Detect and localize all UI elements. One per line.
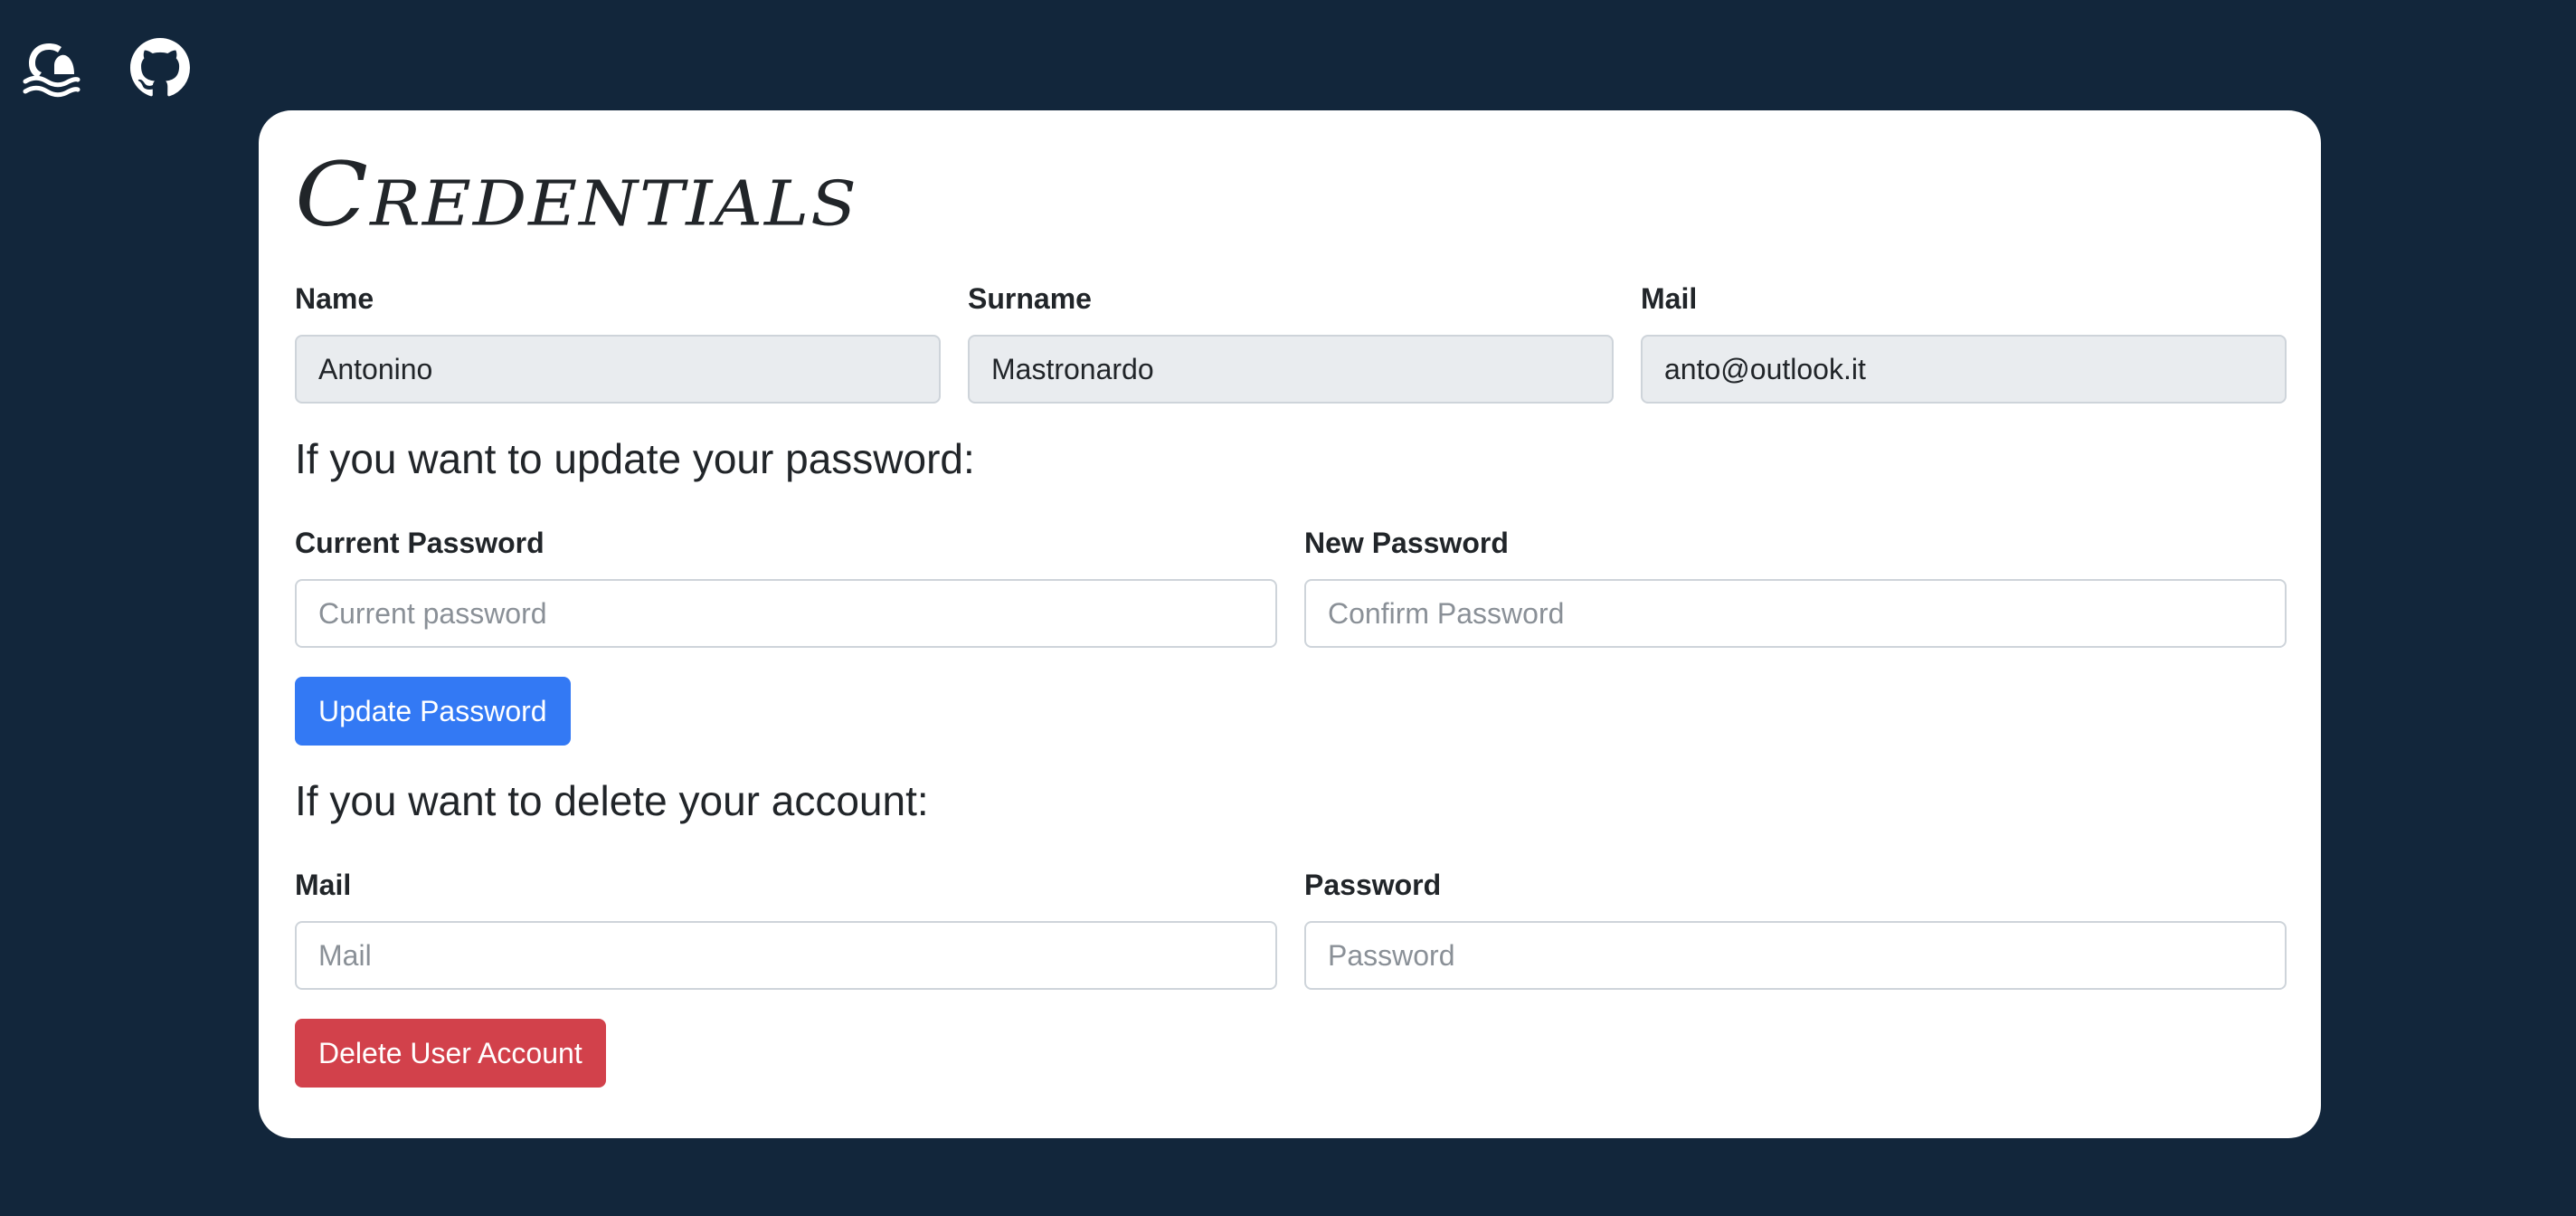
delete-account-heading: If you want to delete your account:	[295, 777, 929, 824]
current-password-label: Current Password	[295, 527, 545, 559]
update-password-button[interactable]: Update Password	[295, 677, 571, 746]
delete-password-label: Password	[1304, 869, 1442, 901]
github-icon	[130, 38, 190, 97]
surname-field[interactable]	[968, 335, 1614, 404]
delete-account-button[interactable]: Delete User Account	[295, 1019, 606, 1088]
name-field[interactable]	[295, 335, 941, 404]
github-link[interactable]	[130, 38, 190, 98]
update-password-heading: If you want to update your password:	[295, 435, 975, 482]
delete-mail-input[interactable]	[295, 921, 1277, 990]
home-logo-link[interactable]	[22, 38, 81, 98]
name-label: Name	[295, 282, 374, 315]
new-password-label: New Password	[1304, 527, 1509, 559]
mail-label: Mail	[1641, 282, 1698, 315]
delete-password-input[interactable]	[1304, 921, 2287, 990]
surname-label: Surname	[968, 282, 1092, 315]
wave-logo-icon	[23, 43, 80, 98]
mail-field[interactable]	[1641, 335, 2287, 404]
delete-mail-label: Mail	[295, 869, 352, 901]
page-title: Credentials	[295, 143, 858, 246]
current-password-input[interactable]	[295, 579, 1277, 648]
new-password-input[interactable]	[1304, 579, 2287, 648]
credentials-card: Credentials Name Surname Mail If you wan…	[259, 110, 2321, 1138]
